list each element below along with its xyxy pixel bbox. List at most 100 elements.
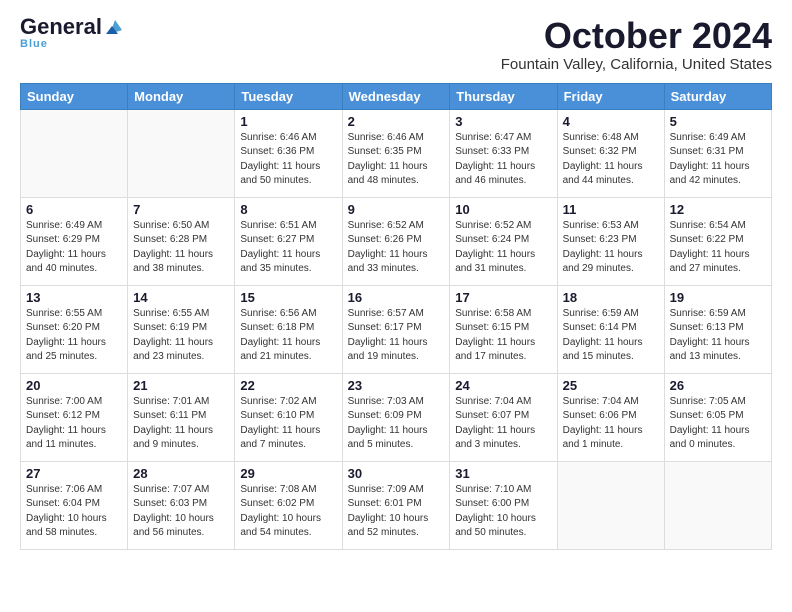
day-info: Sunrise: 6:47 AM Sunset: 6:33 PM Dayligh… bbox=[455, 131, 551, 189]
calendar-cell: 20 Sunrise: 7:00 AM Sunset: 6:12 PM Dayli… bbox=[21, 373, 128, 461]
day-number: 13 bbox=[26, 290, 122, 305]
day-info: Sunrise: 6:49 AM Sunset: 6:31 PM Dayligh… bbox=[670, 131, 766, 189]
day-info: Sunrise: 6:59 AM Sunset: 6:14 PM Dayligh… bbox=[563, 307, 659, 365]
day-number: 17 bbox=[455, 290, 551, 305]
day-number: 19 bbox=[670, 290, 766, 305]
calendar-cell bbox=[128, 109, 235, 197]
day-number: 23 bbox=[348, 378, 445, 393]
day-number: 20 bbox=[26, 378, 122, 393]
day-info: Sunrise: 7:01 AM Sunset: 6:11 PM Dayligh… bbox=[133, 395, 229, 453]
day-info: Sunrise: 7:08 AM Sunset: 6:02 PM Dayligh… bbox=[240, 483, 336, 541]
col-monday: Monday bbox=[128, 83, 235, 109]
page: General Blue October 2024 Fountain Valle… bbox=[0, 0, 792, 612]
calendar-cell: 22 Sunrise: 7:02 AM Sunset: 6:10 PM Dayli… bbox=[235, 373, 342, 461]
calendar-week-row: 20 Sunrise: 7:00 AM Sunset: 6:12 PM Dayli… bbox=[21, 373, 772, 461]
calendar-cell bbox=[664, 461, 771, 549]
calendar-cell: 18 Sunrise: 6:59 AM Sunset: 6:14 PM Dayli… bbox=[557, 285, 664, 373]
header: General Blue October 2024 Fountain Valle… bbox=[20, 16, 772, 73]
col-tuesday: Tuesday bbox=[235, 83, 342, 109]
day-number: 2 bbox=[348, 114, 445, 129]
calendar-cell: 12Sunrise: 6:54 AM Sunset: 6:22 PM Dayli… bbox=[664, 197, 771, 285]
day-number: 31 bbox=[455, 466, 551, 481]
subtitle: Fountain Valley, California, United Stat… bbox=[501, 56, 772, 73]
calendar: Sunday Monday Tuesday Wednesday Thursday… bbox=[20, 83, 772, 550]
day-number: 9 bbox=[348, 202, 445, 217]
day-number: 26 bbox=[670, 378, 766, 393]
calendar-cell: 8Sunrise: 6:51 AM Sunset: 6:27 PM Daylig… bbox=[235, 197, 342, 285]
calendar-cell: 9 Sunrise: 6:52 AM Sunset: 6:26 PM Daylig… bbox=[342, 197, 450, 285]
calendar-cell: 2 Sunrise: 6:46 AM Sunset: 6:35 PM Daylig… bbox=[342, 109, 450, 197]
calendar-cell bbox=[21, 109, 128, 197]
day-info: Sunrise: 6:57 AM Sunset: 6:17 PM Dayligh… bbox=[348, 307, 445, 365]
day-number: 21 bbox=[133, 378, 229, 393]
col-sunday: Sunday bbox=[21, 83, 128, 109]
day-number: 16 bbox=[348, 290, 445, 305]
calendar-header-row: Sunday Monday Tuesday Wednesday Thursday… bbox=[21, 83, 772, 109]
calendar-cell: 24Sunrise: 7:04 AM Sunset: 6:07 PM Dayli… bbox=[450, 373, 557, 461]
calendar-cell: 25 Sunrise: 7:04 AM Sunset: 6:06 PM Dayli… bbox=[557, 373, 664, 461]
day-number: 15 bbox=[240, 290, 336, 305]
logo-blue: Blue bbox=[20, 38, 48, 50]
calendar-week-row: 13 Sunrise: 6:55 AM Sunset: 6:20 PM Dayli… bbox=[21, 285, 772, 373]
calendar-week-row: 1 Sunrise: 6:46 AM Sunset: 6:36 PM Daylig… bbox=[21, 109, 772, 197]
day-number: 29 bbox=[240, 466, 336, 481]
day-info: Sunrise: 6:49 AM Sunset: 6:29 PM Dayligh… bbox=[26, 219, 122, 277]
day-info: Sunrise: 6:55 AM Sunset: 6:19 PM Dayligh… bbox=[133, 307, 229, 365]
day-info: Sunrise: 6:50 AM Sunset: 6:28 PM Dayligh… bbox=[133, 219, 229, 277]
calendar-cell bbox=[557, 461, 664, 549]
day-info: Sunrise: 7:05 AM Sunset: 6:05 PM Dayligh… bbox=[670, 395, 766, 453]
day-number: 11 bbox=[563, 202, 659, 217]
day-info: Sunrise: 6:55 AM Sunset: 6:20 PM Dayligh… bbox=[26, 307, 122, 365]
calendar-cell: 11 Sunrise: 6:53 AM Sunset: 6:23 PM Dayli… bbox=[557, 197, 664, 285]
day-number: 14 bbox=[133, 290, 229, 305]
calendar-cell: 15 Sunrise: 6:56 AM Sunset: 6:18 PM Dayli… bbox=[235, 285, 342, 373]
day-number: 25 bbox=[563, 378, 659, 393]
col-friday: Friday bbox=[557, 83, 664, 109]
day-info: Sunrise: 6:52 AM Sunset: 6:24 PM Dayligh… bbox=[455, 219, 551, 277]
calendar-cell: 31Sunrise: 7:10 AM Sunset: 6:00 PM Dayli… bbox=[450, 461, 557, 549]
calendar-cell: 19 Sunrise: 6:59 AM Sunset: 6:13 PM Dayli… bbox=[664, 285, 771, 373]
day-info: Sunrise: 6:54 AM Sunset: 6:22 PM Dayligh… bbox=[670, 219, 766, 277]
calendar-cell: 4 Sunrise: 6:48 AM Sunset: 6:32 PM Daylig… bbox=[557, 109, 664, 197]
calendar-cell: 7 Sunrise: 6:50 AM Sunset: 6:28 PM Daylig… bbox=[128, 197, 235, 285]
calendar-cell: 5 Sunrise: 6:49 AM Sunset: 6:31 PM Daylig… bbox=[664, 109, 771, 197]
day-number: 1 bbox=[240, 114, 336, 129]
col-thursday: Thursday bbox=[450, 83, 557, 109]
day-info: Sunrise: 7:03 AM Sunset: 6:09 PM Dayligh… bbox=[348, 395, 445, 453]
day-number: 28 bbox=[133, 466, 229, 481]
day-info: Sunrise: 7:04 AM Sunset: 6:07 PM Dayligh… bbox=[455, 395, 551, 453]
calendar-cell: 13 Sunrise: 6:55 AM Sunset: 6:20 PM Dayli… bbox=[21, 285, 128, 373]
calendar-cell: 29 Sunrise: 7:08 AM Sunset: 6:02 PM Dayli… bbox=[235, 461, 342, 549]
day-info: Sunrise: 6:48 AM Sunset: 6:32 PM Dayligh… bbox=[563, 131, 659, 189]
day-info: Sunrise: 6:56 AM Sunset: 6:18 PM Dayligh… bbox=[240, 307, 336, 365]
day-info: Sunrise: 7:06 AM Sunset: 6:04 PM Dayligh… bbox=[26, 483, 122, 541]
calendar-cell: 17Sunrise: 6:58 AM Sunset: 6:15 PM Dayli… bbox=[450, 285, 557, 373]
day-number: 18 bbox=[563, 290, 659, 305]
day-info: Sunrise: 6:52 AM Sunset: 6:26 PM Dayligh… bbox=[348, 219, 445, 277]
col-saturday: Saturday bbox=[664, 83, 771, 109]
logo-general: General bbox=[20, 16, 102, 38]
calendar-cell: 14 Sunrise: 6:55 AM Sunset: 6:19 PM Dayli… bbox=[128, 285, 235, 373]
day-number: 5 bbox=[670, 114, 766, 129]
calendar-cell: 26 Sunrise: 7:05 AM Sunset: 6:05 PM Dayli… bbox=[664, 373, 771, 461]
day-number: 30 bbox=[348, 466, 445, 481]
day-info: Sunrise: 7:04 AM Sunset: 6:06 PM Dayligh… bbox=[563, 395, 659, 453]
day-info: Sunrise: 7:09 AM Sunset: 6:01 PM Dayligh… bbox=[348, 483, 445, 541]
calendar-cell: 30 Sunrise: 7:09 AM Sunset: 6:01 PM Dayli… bbox=[342, 461, 450, 549]
calendar-cell: 28 Sunrise: 7:07 AM Sunset: 6:03 PM Dayli… bbox=[128, 461, 235, 549]
day-number: 22 bbox=[240, 378, 336, 393]
day-info: Sunrise: 6:59 AM Sunset: 6:13 PM Dayligh… bbox=[670, 307, 766, 365]
day-info: Sunrise: 6:53 AM Sunset: 6:23 PM Dayligh… bbox=[563, 219, 659, 277]
day-info: Sunrise: 7:00 AM Sunset: 6:12 PM Dayligh… bbox=[26, 395, 122, 453]
day-info: Sunrise: 7:07 AM Sunset: 6:03 PM Dayligh… bbox=[133, 483, 229, 541]
day-info: Sunrise: 6:46 AM Sunset: 6:36 PM Dayligh… bbox=[240, 131, 336, 189]
col-wednesday: Wednesday bbox=[342, 83, 450, 109]
day-info: Sunrise: 6:46 AM Sunset: 6:35 PM Dayligh… bbox=[348, 131, 445, 189]
day-number: 7 bbox=[133, 202, 229, 217]
title-block: October 2024 Fountain Valley, California… bbox=[501, 16, 772, 73]
calendar-cell: 27 Sunrise: 7:06 AM Sunset: 6:04 PM Dayli… bbox=[21, 461, 128, 549]
day-info: Sunrise: 7:02 AM Sunset: 6:10 PM Dayligh… bbox=[240, 395, 336, 453]
day-number: 27 bbox=[26, 466, 122, 481]
day-number: 4 bbox=[563, 114, 659, 129]
calendar-cell: 3Sunrise: 6:47 AM Sunset: 6:33 PM Daylig… bbox=[450, 109, 557, 197]
